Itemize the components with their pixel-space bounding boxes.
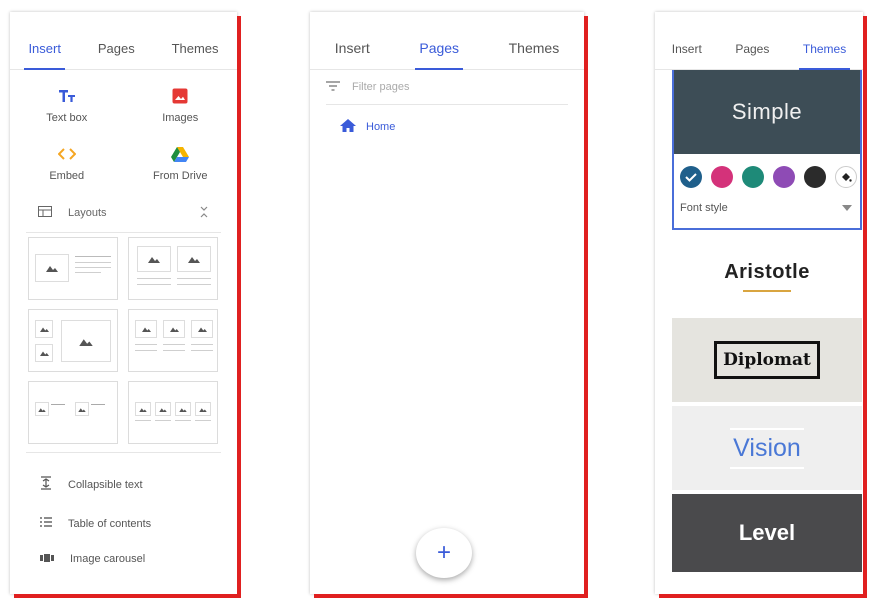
- filter-icon: [326, 80, 340, 94]
- selected-theme-card: Simple Font style: [672, 70, 862, 230]
- image-placeholder-icon: [35, 254, 69, 282]
- image-placeholder-icon: [135, 402, 151, 416]
- image-placeholder-icon: [155, 402, 171, 416]
- theme-label: Level: [738, 520, 796, 545]
- tab-pages[interactable]: Pages: [98, 41, 135, 69]
- theme-label: Aristotle: [724, 260, 810, 283]
- theme-level[interactable]: Level: [672, 494, 862, 572]
- insert-panel: Insert Pages Themes Text box Images Embe…: [10, 12, 237, 594]
- tab-bar: Insert Pages Themes: [310, 12, 584, 70]
- page-item-home[interactable]: Home: [310, 105, 584, 135]
- filter-placeholder: Filter pages: [352, 81, 410, 93]
- tab-themes[interactable]: Themes: [798, 42, 851, 70]
- layouts-section-header[interactable]: Layouts: [10, 194, 237, 232]
- insert-item-label: Images: [162, 112, 199, 124]
- image-carousel-icon: [40, 553, 54, 565]
- layout-thumbnail[interactable]: [28, 237, 118, 300]
- page-label: Home: [366, 121, 396, 133]
- color-swatches: [674, 154, 860, 188]
- tab-bar: Insert Pages Themes: [10, 12, 237, 70]
- layout-thumbnail[interactable]: [128, 237, 218, 300]
- color-swatch[interactable]: [711, 166, 733, 188]
- image-placeholder-icon: [61, 320, 111, 362]
- tab-pages[interactable]: Pages: [415, 40, 463, 70]
- color-swatch[interactable]: [773, 166, 795, 188]
- home-icon: [340, 119, 356, 135]
- image-placeholder-icon: [35, 320, 53, 338]
- text-box-icon: [57, 86, 77, 106]
- filter-pages-input[interactable]: Filter pages: [326, 70, 568, 105]
- layouts-label: Layouts: [68, 207, 107, 219]
- insert-from-drive-button[interactable]: From Drive: [124, 144, 238, 182]
- list-item-label: Collapsible text: [68, 478, 143, 491]
- layout-thumbnail[interactable]: [28, 309, 118, 372]
- color-swatch[interactable]: [742, 166, 764, 188]
- insert-grid: Text box Images Embed From Drive: [10, 70, 237, 182]
- font-style-dropdown[interactable]: Font style: [674, 188, 860, 228]
- insert-item-label: Text box: [46, 112, 88, 124]
- collapsible-text-icon: [40, 476, 52, 493]
- image-placeholder-icon: [175, 402, 191, 416]
- themes-panel: Insert Pages Themes Simple Font style Ar…: [655, 12, 863, 594]
- image-placeholder-icon: [177, 246, 211, 272]
- custom-color-button[interactable]: [835, 166, 857, 188]
- insert-item-label: From Drive: [153, 170, 208, 182]
- embed-code-icon: [57, 144, 77, 164]
- theme-aristotle[interactable]: Aristotle: [672, 238, 862, 314]
- theme-label: Diplomat: [714, 341, 820, 379]
- image-placeholder-icon: [35, 402, 49, 416]
- list-item-label: Image carousel: [70, 553, 146, 565]
- theme-vision[interactable]: Vision: [672, 406, 862, 490]
- layout-thumbnail[interactable]: [28, 381, 118, 444]
- paint-bucket-icon: [842, 173, 852, 182]
- tab-insert[interactable]: Insert: [335, 40, 370, 69]
- image-carousel-button[interactable]: Image carousel: [10, 543, 237, 565]
- image-placeholder-icon: [195, 402, 211, 416]
- collapsible-text-button[interactable]: Collapsible text: [10, 465, 237, 504]
- tab-insert[interactable]: Insert: [24, 41, 65, 70]
- layouts-icon: [38, 206, 52, 220]
- tab-themes[interactable]: Themes: [509, 40, 560, 69]
- image-placeholder-icon: [35, 344, 53, 362]
- image-icon: [170, 86, 190, 106]
- layout-thumbnail[interactable]: [128, 381, 218, 444]
- insert-embed-button[interactable]: Embed: [10, 144, 124, 182]
- pages-panel: Insert Pages Themes Filter pages Home +: [310, 12, 584, 594]
- tab-insert[interactable]: Insert: [672, 42, 702, 69]
- theme-label: Vision: [733, 433, 801, 462]
- google-drive-icon: [170, 144, 190, 164]
- theme-rule: [730, 466, 804, 469]
- image-placeholder-icon: [135, 320, 157, 338]
- theme-diplomat[interactable]: Diplomat: [672, 318, 862, 402]
- list-item-label: Table of contents: [68, 517, 152, 530]
- tab-pages[interactable]: Pages: [735, 42, 769, 69]
- insert-images-button[interactable]: Images: [124, 86, 238, 124]
- table-of-contents-icon: [40, 517, 52, 530]
- tab-themes[interactable]: Themes: [172, 41, 219, 69]
- dropdown-arrow-icon: [842, 202, 852, 214]
- theme-simple[interactable]: Simple: [674, 70, 860, 154]
- insert-text-box-button[interactable]: Text box: [10, 86, 124, 124]
- insert-item-label: Embed: [49, 170, 85, 182]
- color-swatch-selected[interactable]: [680, 166, 702, 188]
- color-swatch[interactable]: [804, 166, 826, 188]
- theme-accent-bar: [743, 289, 791, 292]
- image-placeholder-icon: [191, 320, 213, 338]
- font-style-label: Font style: [680, 202, 728, 214]
- layout-thumbnail[interactable]: [128, 309, 218, 372]
- tab-bar: Insert Pages Themes: [655, 12, 863, 70]
- layouts-grid: [10, 233, 237, 444]
- table-of-contents-button[interactable]: Table of contents: [10, 504, 237, 543]
- add-page-button[interactable]: +: [416, 528, 472, 578]
- image-placeholder-icon: [137, 246, 171, 272]
- check-icon: [685, 173, 697, 182]
- image-placeholder-icon: [163, 320, 185, 338]
- collapse-icon[interactable]: [199, 206, 209, 221]
- image-placeholder-icon: [75, 402, 89, 416]
